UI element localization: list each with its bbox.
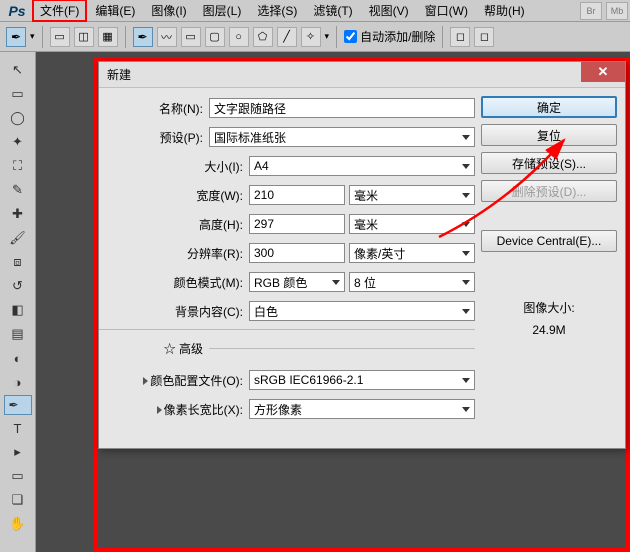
- menu-help[interactable]: 帮助(H): [476, 0, 533, 21]
- 3d-tool[interactable]: ❏: [4, 489, 32, 511]
- bridge-button[interactable]: Br: [580, 2, 602, 20]
- width-label: 宽度(W):: [99, 187, 249, 204]
- lasso-tool[interactable]: ◯: [4, 107, 32, 129]
- crop-tool[interactable]: ⛶: [4, 155, 32, 177]
- delete-preset-button: 删除预设(D)...: [481, 180, 617, 202]
- menu-file[interactable]: 文件(F): [32, 0, 87, 22]
- image-size-info: 图像大小: 24.9M: [481, 298, 617, 341]
- shape-rect-icon[interactable]: ▭: [181, 27, 201, 47]
- pen-tool[interactable]: ✒: [4, 395, 32, 415]
- menu-edit[interactable]: 编辑(E): [87, 0, 143, 21]
- menu-view[interactable]: 视图(V): [361, 0, 417, 21]
- auto-add-delete-checkbox[interactable]: 自动添加/删除: [344, 28, 435, 45]
- save-preset-button[interactable]: 存储预设(S)...: [481, 152, 617, 174]
- size-label: 大小(I):: [99, 158, 249, 175]
- type-tool[interactable]: T: [4, 417, 32, 439]
- size-select[interactable]: A4: [249, 156, 475, 176]
- aspect-select[interactable]: 方形像素: [249, 399, 475, 419]
- shape-tool[interactable]: ▭: [4, 465, 32, 487]
- preset-label: 预设(P):: [99, 129, 209, 146]
- height-unit-select[interactable]: 毫米: [349, 214, 475, 234]
- pen-icon[interactable]: ✒: [133, 27, 153, 47]
- move-tool[interactable]: ↖: [4, 59, 32, 81]
- shape-line-icon[interactable]: ╱: [277, 27, 297, 47]
- hand-tool[interactable]: ✋: [4, 513, 32, 535]
- toolbox: ↖ ▭ ◯ ✦ ⛶ ✎ ✚ 🖌 ⧈ ↺ ◧ ▤ ◐ ◑ ✒ T ▸ ▭ ❏ ✋: [0, 52, 36, 552]
- bg-select[interactable]: 白色: [249, 301, 475, 321]
- marquee-tool[interactable]: ▭: [4, 83, 32, 105]
- path-select-tool[interactable]: ▸: [4, 441, 32, 463]
- path-op2-icon[interactable]: ◻: [474, 27, 494, 47]
- shape-roundrect-icon[interactable]: ▢: [205, 27, 225, 47]
- shape-poly-icon[interactable]: ⬠: [253, 27, 273, 47]
- res-label: 分辨率(R):: [99, 245, 249, 262]
- menu-filter[interactable]: 滤镜(T): [305, 0, 360, 21]
- gradient-tool[interactable]: ▤: [4, 323, 32, 345]
- close-button[interactable]: ✕: [581, 62, 625, 82]
- dialog-title: 新建: [107, 66, 131, 83]
- depth-select[interactable]: 8 位: [349, 272, 475, 292]
- brush-tool[interactable]: 🖌: [4, 227, 32, 249]
- mode-fill[interactable]: ▦: [98, 27, 118, 47]
- profile-label: 颜色配置文件(O):: [99, 372, 249, 389]
- dodge-tool[interactable]: ◑: [4, 371, 32, 393]
- advanced-toggle[interactable]: ☆ 高级: [99, 340, 209, 357]
- dialog-titlebar: 新建 ✕: [99, 62, 625, 88]
- canvas-area: 新建 ✕ 名称(N): 预设(P): 国际标准纸张 大小(I): A4: [36, 52, 630, 552]
- eraser-tool[interactable]: ◧: [4, 299, 32, 321]
- height-label: 高度(H):: [99, 216, 249, 233]
- width-input[interactable]: [249, 185, 345, 205]
- aspect-label: 像素长宽比(X):: [99, 401, 249, 418]
- name-label: 名称(N):: [99, 100, 209, 117]
- menu-image[interactable]: 图像(I): [143, 0, 194, 21]
- freeform-icon[interactable]: 〰: [157, 27, 177, 47]
- mode-label: 颜色模式(M):: [99, 274, 249, 291]
- path-op1-icon[interactable]: ◻: [450, 27, 470, 47]
- eyedropper-tool[interactable]: ✎: [4, 179, 32, 201]
- app-logo: Ps: [2, 2, 32, 20]
- tool-preset[interactable]: ✒: [6, 27, 26, 47]
- shape-ellipse-icon[interactable]: ○: [229, 27, 249, 47]
- height-input[interactable]: [249, 214, 345, 234]
- options-bar: ✒ ▾ ▭ ◫ ▦ ✒ 〰 ▭ ▢ ○ ⬠ ╱ ✧ ▾ 自动添加/删除 ◻ ◻: [0, 22, 630, 52]
- preset-select[interactable]: 国际标准纸张: [209, 127, 475, 147]
- mode-select[interactable]: RGB 颜色: [249, 272, 345, 292]
- mode-shape[interactable]: ▭: [50, 27, 70, 47]
- profile-select[interactable]: sRGB IEC61966-2.1: [249, 370, 475, 390]
- menu-window[interactable]: 窗口(W): [417, 0, 476, 21]
- ok-button[interactable]: 确定: [481, 96, 617, 118]
- shape-custom-icon[interactable]: ✧: [301, 27, 321, 47]
- reset-button[interactable]: 复位: [481, 124, 617, 146]
- stamp-tool[interactable]: ⧈: [4, 251, 32, 273]
- menu-bar: Ps 文件(F) 编辑(E) 图像(I) 图层(L) 选择(S) 滤镜(T) 视…: [0, 0, 630, 22]
- res-input[interactable]: [249, 243, 345, 263]
- mode-path[interactable]: ◫: [74, 27, 94, 47]
- new-document-dialog: 新建 ✕ 名称(N): 预设(P): 国际标准纸张 大小(I): A4: [98, 61, 626, 449]
- menu-select[interactable]: 选择(S): [249, 0, 305, 21]
- heal-tool[interactable]: ✚: [4, 203, 32, 225]
- menu-layer[interactable]: 图层(L): [195, 0, 250, 21]
- name-input[interactable]: [209, 98, 475, 118]
- width-unit-select[interactable]: 毫米: [349, 185, 475, 205]
- history-tool[interactable]: ↺: [4, 275, 32, 297]
- wand-tool[interactable]: ✦: [4, 131, 32, 153]
- res-unit-select[interactable]: 像素/英寸: [349, 243, 475, 263]
- device-central-button[interactable]: Device Central(E)...: [481, 230, 617, 252]
- blur-tool[interactable]: ◐: [4, 347, 32, 369]
- mb-button[interactable]: Mb: [606, 2, 628, 20]
- bg-label: 背景内容(C):: [99, 303, 249, 320]
